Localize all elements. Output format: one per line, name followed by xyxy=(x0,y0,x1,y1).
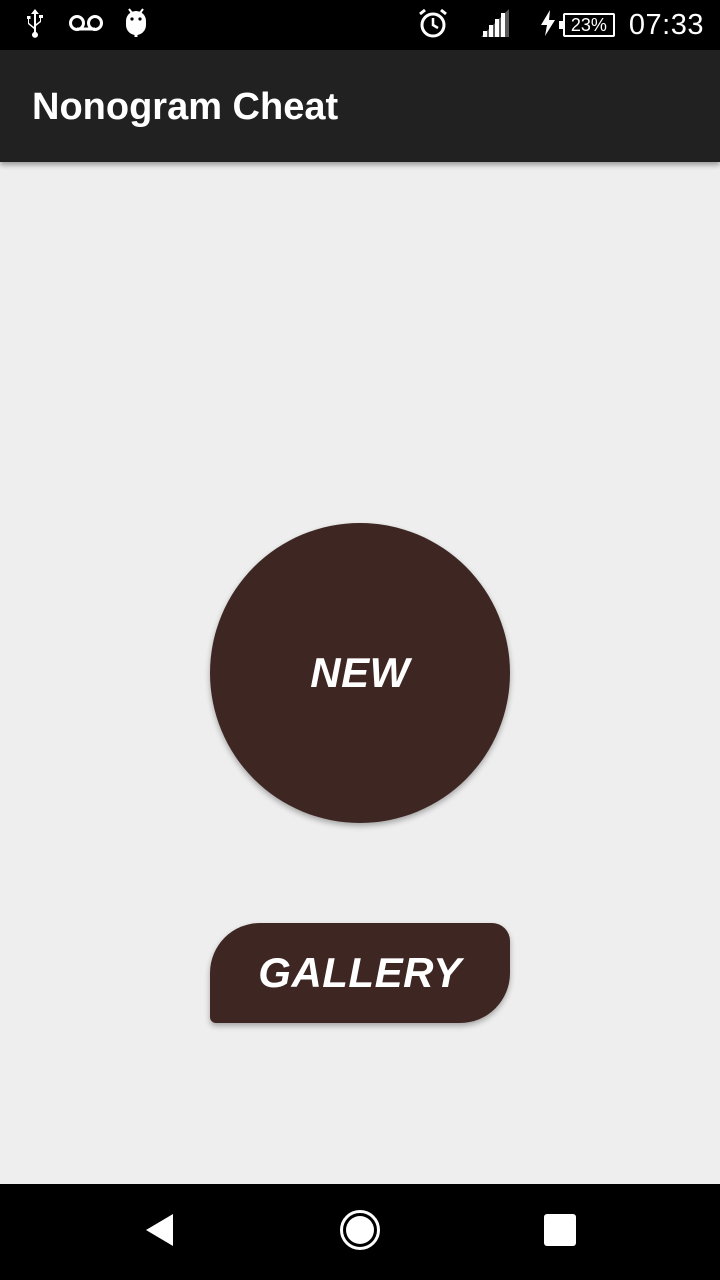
android-debug-icon xyxy=(124,7,148,44)
charging-icon xyxy=(539,9,557,42)
recents-button[interactable] xyxy=(500,1184,620,1280)
main-content: NEW GALLERY xyxy=(0,162,720,1184)
usb-icon xyxy=(22,7,48,44)
new-button[interactable]: NEW xyxy=(210,523,510,823)
new-button-label: NEW xyxy=(310,649,410,696)
app-title: Nonogram Cheat xyxy=(32,86,339,128)
battery-icon: 23% xyxy=(558,13,615,37)
app-bar: Nonogram Cheat xyxy=(0,50,720,162)
voicemail-icon xyxy=(68,13,104,38)
notification-icons xyxy=(22,7,168,44)
home-button[interactable] xyxy=(300,1184,420,1280)
back-button[interactable] xyxy=(100,1184,220,1280)
battery-percent: 23% xyxy=(570,14,607,35)
alarm-icon xyxy=(417,7,449,44)
navigation-bar xyxy=(0,1184,720,1280)
home-icon xyxy=(338,1208,382,1257)
signal-icon xyxy=(479,7,511,44)
status-clock: 07:33 xyxy=(628,8,704,41)
recents-icon xyxy=(543,1213,577,1252)
back-icon xyxy=(143,1212,177,1253)
system-status: 23% 07:33 xyxy=(417,0,704,50)
gallery-button[interactable]: GALLERY xyxy=(210,923,510,1023)
gallery-button-label: GALLERY xyxy=(258,949,462,996)
status-bar: 23% 07:33 xyxy=(0,0,720,50)
